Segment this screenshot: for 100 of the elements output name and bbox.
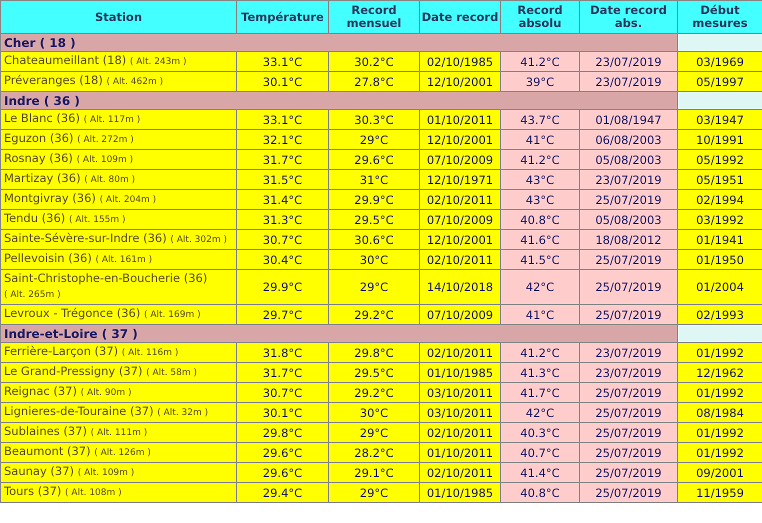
table-cell: 29.5°C [328,362,420,382]
table-cell: 02/10/1985 [420,52,500,72]
table-cell: 12/10/2001 [420,130,500,150]
table-cell: 12/1962 [678,362,762,382]
table-cell: 40.3°C [500,422,580,442]
table-cell: 41.6°C [500,230,580,250]
table-cell: 30°C [328,402,420,422]
table-cell: 25/07/2019 [580,462,678,482]
table-cell: 42°C [500,270,580,304]
table-cell: 33.1°C [236,110,328,130]
altitude-label: ( Alt. 90m ) [80,388,132,398]
station-name: Chateaumeillant (18) [4,53,126,67]
altitude-label: ( Alt. 272m ) [77,135,134,145]
table-cell: 41°C [500,130,580,150]
table-cell: 33.1°C [236,52,328,72]
table-cell: 06/08/2003 [580,130,678,150]
station-name: Rosnay (36) [4,151,73,165]
column-header: Station [0,0,236,34]
altitude-label: ( Alt. 111m ) [90,428,148,438]
station-name: Martizay (36) [4,171,81,185]
table-cell: 25/07/2019 [580,422,678,442]
station-name: Beaumont (37) [4,444,91,458]
table-cell: 25/07/2019 [580,402,678,422]
table-cell: 40.8°C [500,210,580,230]
altitude-label: ( Alt. 32m ) [157,408,208,418]
table-cell: 41.3°C [500,362,580,382]
table-cell: 02/1993 [678,304,762,324]
altitude-label: ( Alt. 462m ) [106,77,164,87]
table-cell: 29.8°C [328,342,420,362]
table-cell: 39°C [500,72,580,92]
table-cell: 07/10/2009 [420,150,500,170]
table-cell: 05/08/2003 [580,210,678,230]
station-name: Tours (37) [4,484,62,498]
column-header: Date record abs. [580,0,678,34]
table-cell: 43°C [500,170,580,190]
group-header: Indre-et-Loire ( 37 ) [0,324,678,342]
table-cell: 41.5°C [500,250,580,270]
table-cell: 30.2°C [328,52,420,72]
altitude-label: ( Alt. 117m ) [84,115,140,125]
altitude-label: ( Alt. 58m ) [146,368,198,378]
table-cell: 02/1994 [678,190,762,210]
table-cell: 25/07/2019 [580,304,678,324]
table-cell: 29.9°C [328,190,420,210]
table-cell: 29.4°C [236,482,328,502]
table-cell: 30.7°C [236,382,328,402]
altitude-label: ( Alt. 108m ) [65,488,122,498]
table-cell: 10/1991 [678,130,762,150]
table-cell: 31.3°C [236,210,328,230]
station-name: Tendu (36) [4,211,66,225]
altitude-label: ( Alt. 155m ) [68,215,126,225]
table-cell: 30.1°C [236,402,328,422]
table-cell: 29.5°C [328,210,420,230]
table-cell: 23/07/2019 [580,342,678,362]
station-name: Pellevoisin (36) [4,251,92,265]
table-cell: 02/10/2011 [420,462,500,482]
table-cell: 07/10/2009 [420,304,500,324]
altitude-label: ( Alt. 265m ) [4,290,61,300]
table-cell: 29.6°C [236,442,328,462]
table-cell: 30.6°C [328,230,420,250]
group-header: Cher ( 18 ) [0,34,678,52]
table-cell: 23/07/2019 [580,362,678,382]
table-cell: 29.8°C [236,422,328,442]
station-name: Sainte-Sévère-sur-Indre (36) [4,231,167,245]
altitude-label: ( Alt. 302m ) [170,235,228,245]
table-cell: 29.7°C [236,304,328,324]
table-cell: 41.4°C [500,462,580,482]
table-cell: 01/1992 [678,382,762,402]
table-cell: 40.7°C [500,442,580,462]
table-cell: 05/1951 [678,170,762,190]
station-name: Préveranges (18) [4,73,103,87]
table-cell: 29°C [328,482,420,502]
table-cell: 40.8°C [500,482,580,502]
station-name: Eguzon (36) [4,131,74,145]
table-cell: 25/07/2019 [580,442,678,462]
table-cell: 11/1959 [678,482,762,502]
table-cell: 41.2°C [500,342,580,362]
table-cell: 29.1°C [328,462,420,482]
altitude-label: ( Alt. 80m ) [84,175,136,185]
table-cell: 23/07/2019 [580,72,678,92]
table-cell: 03/10/2011 [420,382,500,402]
table-cell: 14/10/2018 [420,270,500,304]
table-cell: 03/1992 [678,210,762,230]
station-name: Montgivray (36) [4,191,96,205]
table-cell: 31.7°C [236,362,328,382]
table-cell: 29.9°C [236,270,328,304]
table-cell: 18/08/2012 [580,230,678,250]
station-name: Le Blanc (36) [4,111,80,125]
table-cell: 02/10/2011 [420,250,500,270]
column-header: Début mesures [678,0,762,34]
table-cell: 29°C [328,422,420,442]
table-cell: 42°C [500,402,580,422]
station-name: Levroux - Trégonce (36) [4,306,140,320]
group-header: Indre ( 36 ) [0,92,678,110]
table-cell: 29.2°C [328,382,420,402]
table-cell: 28.2°C [328,442,420,462]
altitude-label: ( Alt. 169m ) [144,310,201,320]
station-name: Sublaines (37) [4,424,87,438]
table-cell: 12/10/2001 [420,230,500,250]
table-cell: 02/10/2011 [420,190,500,210]
table-cell: 30.4°C [236,250,328,270]
